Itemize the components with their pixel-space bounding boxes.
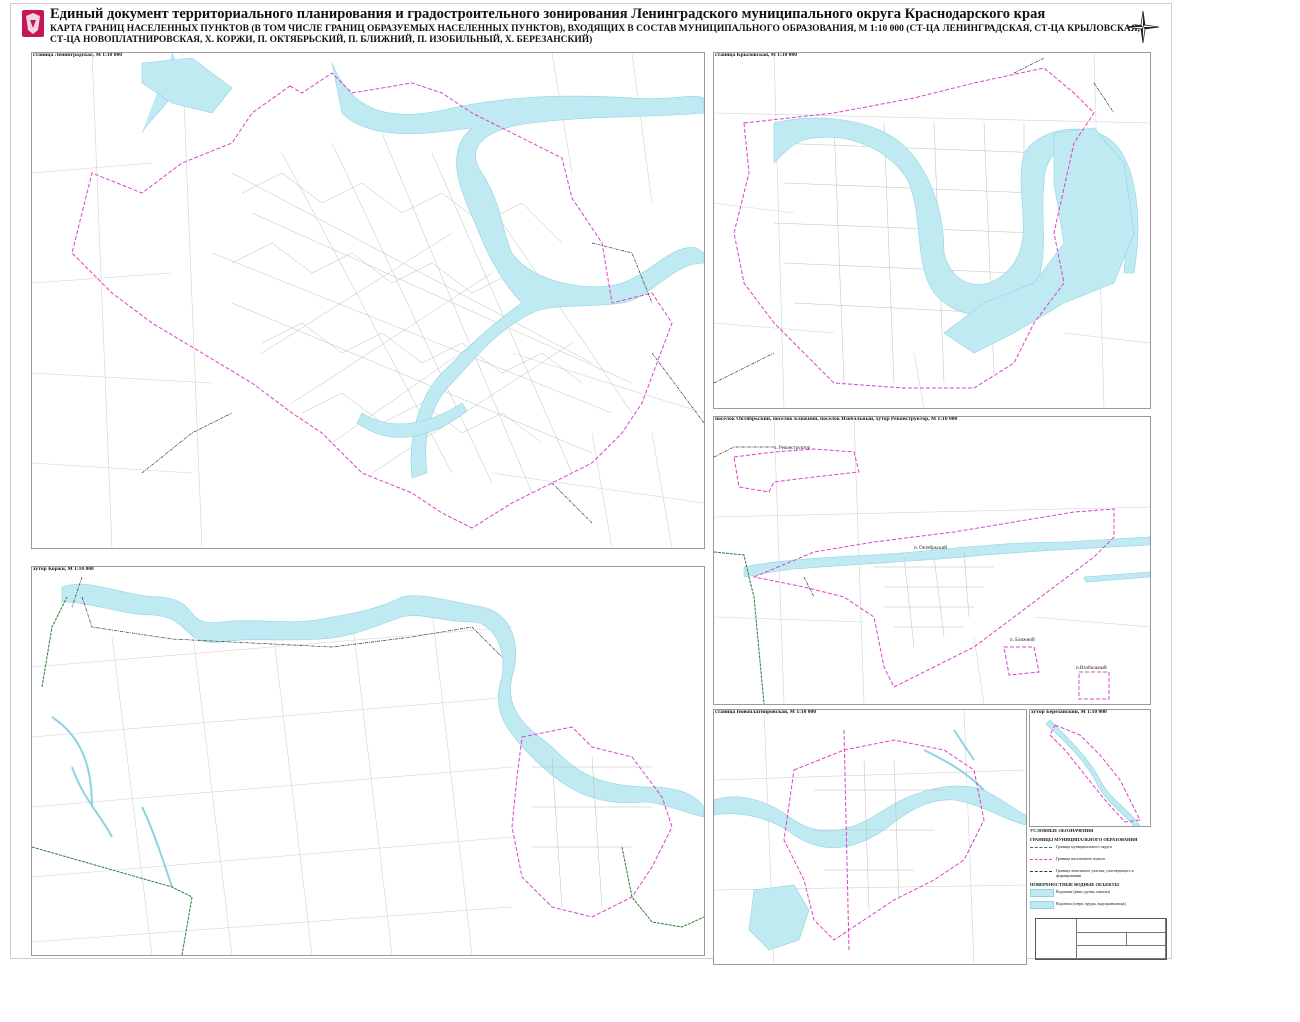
oktyabrsky-map: х. Реконструктор п. Октябрьский п. Ближн… <box>714 417 1150 704</box>
legend-swatch-settlement <box>1030 859 1052 860</box>
boundary-izobilny <box>1078 671 1110 700</box>
stream-southwest <box>51 716 173 888</box>
subtitle-line-2: СТ-ЦА НОВОПЛАТНИРОВСКАЯ, Х. КОРЖИ, П. ОК… <box>50 35 593 45</box>
stamp-cell <box>1126 932 1166 946</box>
stream-northeast <box>923 729 985 791</box>
river-berezansky <box>1045 719 1141 826</box>
legend-swatch-district <box>1030 847 1052 848</box>
stream-east <box>1083 571 1150 583</box>
map-panel-oktyabrsky[interactable]: поселок Октябрьский, поселок Ближний, по… <box>713 416 1151 705</box>
stamp-cell <box>1036 919 1077 959</box>
krylovskaya-map <box>714 53 1150 408</box>
legend-label-streams: Водотоки (реки, ручьи, каналы) <box>1056 889 1111 894</box>
map-panel-novoplatnirovskaya[interactable]: станица Новоплатнировская, М 1:10 000 <box>713 709 1027 965</box>
subtitle-line-1: КАРТА ГРАНИЦ НАСЕЛЕННЫХ ПУНКТОВ (В ТОМ Ч… <box>50 24 1140 34</box>
river-korzhi <box>61 583 704 818</box>
district-boundary <box>714 446 815 598</box>
legend-row-streams: Водотоки (реки, ручьи, каналы) <box>1030 887 1160 899</box>
legend-title: УСЛОВНЫЕ ОБОЗНАЧЕНИЯ <box>1030 828 1094 833</box>
legend-label-settlement: Граница населенного пункта <box>1056 856 1105 861</box>
map-panel-leningradskaya[interactable]: станица Ленинградская, М 1:10 000 <box>31 52 705 549</box>
map-panel-berezansky[interactable]: хутор Березанский, М 1:10 000 <box>1029 709 1151 827</box>
legend-row-district: Граница муниципального округа <box>1030 842 1160 854</box>
north-arrow-icon <box>1126 10 1160 44</box>
legend-swatch-streams <box>1030 889 1054 897</box>
page-subtitle: КАРТА ГРАНИЦ НАСЕЛЕННЫХ ПУНКТОВ (В ТОМ Ч… <box>50 24 1140 46</box>
page-title: Единый документ территориального планиро… <box>50 6 1046 22</box>
place-label-oktyabrsky: п. Октябрьский <box>914 546 947 551</box>
stamp-cell <box>1076 945 1166 959</box>
district-boundary-green <box>32 596 704 955</box>
boundary-rekonstruktor <box>733 448 860 493</box>
legend-swatch-lakes <box>1030 901 1054 909</box>
leningradskaya-map <box>32 53 704 548</box>
legend-row-parcel: Граница земельного участка, участвующего… <box>1030 866 1160 878</box>
legend-swatch-parcel <box>1030 871 1052 872</box>
legend-label-parcel: Граница земельного участка, участвующего… <box>1056 868 1134 878</box>
map-panel-krylovskaya[interactable]: станица Крыловская, М 1:10 000 <box>713 52 1151 409</box>
river-oktyabrsky <box>743 536 1150 578</box>
lake-southwest <box>748 884 810 951</box>
legend-label-lakes: Водоемы (озера, пруды, водохранилища) <box>1056 901 1126 906</box>
korzhi-map <box>32 576 704 955</box>
map-legend: УСЛОВНЫЕ ОБОЗНАЧЕНИЯ ГРАНИЦЫ МУНИЦИПАЛЬН… <box>1030 828 1160 998</box>
place-label-izobilny: п.Изобильный <box>1076 666 1107 671</box>
legend-label-district: Граница муниципального округа <box>1056 844 1112 849</box>
river-main <box>141 53 704 479</box>
boundary-oktyabrsky <box>752 508 1115 688</box>
legend-row-settlement: Граница населенного пункта <box>1030 854 1160 866</box>
stamp-cell <box>1076 919 1166 933</box>
boundary-blizhny <box>1003 646 1040 676</box>
stamp-cell <box>1076 932 1127 946</box>
coat-of-arms-icon <box>22 10 44 37</box>
title-block <box>1035 918 1167 960</box>
berezansky-map <box>1045 719 1141 826</box>
map-panel-korzhi[interactable]: хутор Коржи, М 1:10 000 <box>31 566 705 956</box>
novoplatnirovskaya-map <box>714 710 1026 964</box>
place-label-rekonstruktor: х. Реконструктор <box>774 446 811 451</box>
legend-row-lakes: Водоемы (озера, пруды, водохранилища) <box>1030 899 1160 911</box>
place-label-blizhny: п. Ближний <box>1010 638 1035 643</box>
